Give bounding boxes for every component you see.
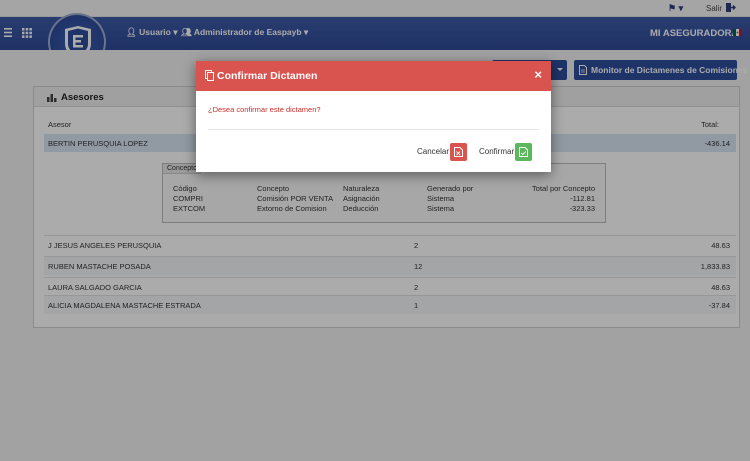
confirm-document-icon <box>519 147 528 157</box>
confirm-button[interactable] <box>515 143 532 161</box>
cancel-button[interactable] <box>450 143 467 161</box>
confirm-button-label[interactable]: Confirmar <box>479 147 514 156</box>
copy-icon <box>205 70 214 81</box>
cancel-button-label[interactable]: Cancelar <box>417 147 449 156</box>
modal-message: ¿Desea confirmar este dictamen? <box>208 105 321 114</box>
close-icon[interactable]: × <box>534 67 542 82</box>
cancel-document-icon <box>454 147 463 157</box>
modal-header: Confirmar Dictamen × <box>196 61 551 91</box>
modal-title: Confirmar Dictamen <box>217 70 318 82</box>
confirm-dictamen-modal: Confirmar Dictamen × ¿Desea confirmar es… <box>196 61 551 172</box>
modal-divider <box>208 129 539 130</box>
